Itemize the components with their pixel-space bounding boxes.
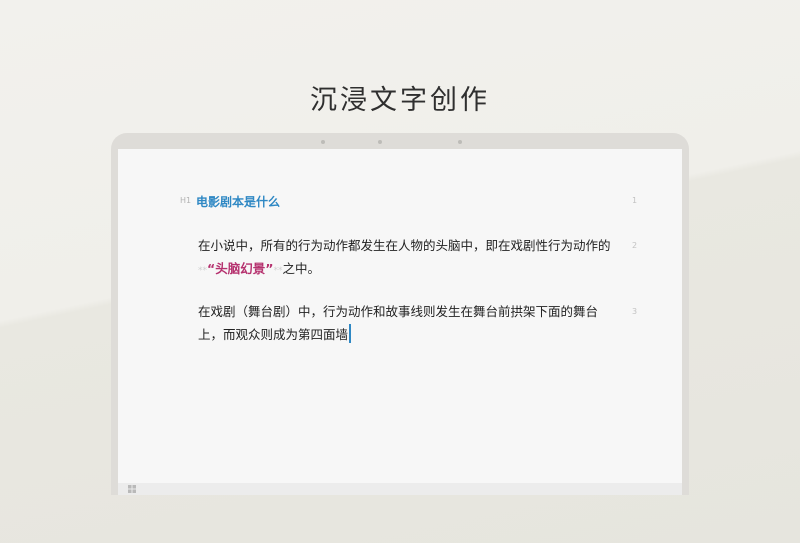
camera-dot (378, 140, 382, 144)
paragraph-2-text: 在戏剧（舞台剧）中，行为动作和故事线则发生在舞台前拱架下面的舞台上，而观众则成为… (198, 304, 599, 342)
page-headline: 沉浸文字创作 (310, 85, 490, 116)
emphasized-phrase: “头脑幻景” (207, 261, 274, 276)
paragraph-1-text: 在小说中，所有的行为动作都发生在人物的头脑中，即在戏剧性行为动作的 (198, 238, 611, 253)
paragraph-2[interactable]: 在戏剧（舞台剧）中，行为动作和故事线则发生在舞台前拱架下面的舞台上，而观众则成为… (198, 300, 618, 346)
heading-level-tag: H1 (180, 196, 192, 205)
text-caret (349, 324, 352, 343)
editor-screen[interactable]: H1 电影剧本是什么 1 在小说中，所有的行为动作都发生在人物的头脑中，即在戏剧… (118, 149, 682, 495)
sensor-dot (321, 140, 325, 144)
sensor-dot (458, 140, 462, 144)
line-number: 1 (632, 196, 638, 205)
markdown-bold-open: ** (198, 266, 207, 276)
taskbar (118, 483, 682, 495)
document-heading[interactable]: 电影剧本是什么 (196, 193, 280, 210)
paragraph-1-tail: 之中。 (282, 261, 320, 276)
windows-icon[interactable] (128, 485, 136, 493)
paragraph-1[interactable]: 在小说中，所有的行为动作都发生在人物的头脑中，即在戏剧性行为动作的 **“头脑幻景… (198, 234, 618, 283)
line-number: 2 (632, 241, 638, 250)
line-number: 3 (632, 307, 638, 316)
laptop-frame: H1 电影剧本是什么 1 在小说中，所有的行为动作都发生在人物的头脑中，即在戏剧… (111, 133, 689, 495)
